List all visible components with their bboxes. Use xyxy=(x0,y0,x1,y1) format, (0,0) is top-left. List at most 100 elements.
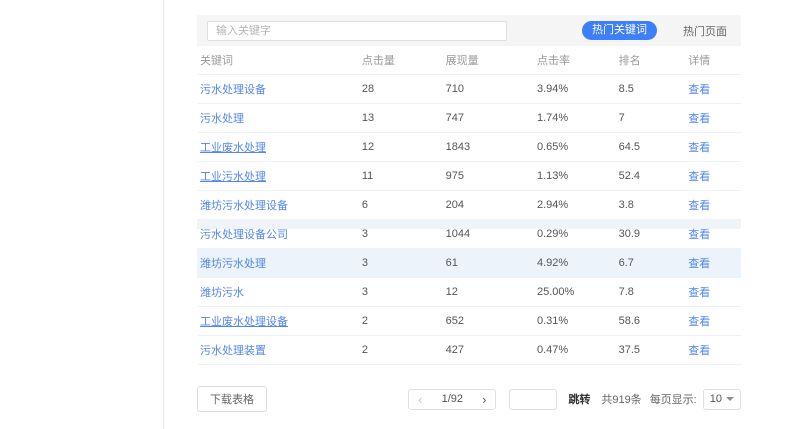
pager: ‹ 1/92 › xyxy=(408,389,496,410)
table-row: 污水处理设备287103.94%8.5查看 xyxy=(197,75,741,104)
per-page-label: 每页显示: xyxy=(650,391,697,407)
impressions-cell: 747 xyxy=(446,112,537,124)
hot-pages-tab[interactable]: 热门页面 xyxy=(683,23,731,39)
clicks-cell: 3 xyxy=(362,286,446,298)
clicks-cell: 3 xyxy=(362,257,446,269)
impressions-cell: 1843 xyxy=(446,141,537,153)
caret-down-icon xyxy=(726,397,734,401)
rank-cell: 58.6 xyxy=(619,315,689,327)
header-rank: 排名 xyxy=(619,52,689,68)
table-row: 工业废水处理设备26520.31%58.6查看 xyxy=(197,307,741,336)
view-link[interactable]: 查看 xyxy=(688,313,741,329)
pagination-area: ‹ 1/92 › 跳转 共919条 每页显示: 10 xyxy=(408,389,741,410)
ctr-cell: 4.92% xyxy=(537,257,619,269)
impressions-cell: 12 xyxy=(446,286,537,298)
ctr-cell: 0.47% xyxy=(537,344,619,356)
ctr-cell: 2.94% xyxy=(537,199,619,211)
header-ctr: 点击率 xyxy=(537,52,619,68)
ctr-cell: 0.31% xyxy=(537,315,619,327)
per-page-select[interactable]: 10 xyxy=(703,389,741,410)
header-clicks: 点击量 xyxy=(362,52,446,68)
chevron-left-icon[interactable]: ‹ xyxy=(409,390,431,409)
view-link[interactable]: 查看 xyxy=(688,139,741,155)
per-page-value: 10 xyxy=(710,393,722,405)
ctr-cell: 1.74% xyxy=(537,112,619,124)
left-divider xyxy=(163,0,164,429)
keyword-link[interactable]: 污水处理装置 xyxy=(197,342,362,358)
keyword-link[interactable]: 工业废水处理设备 xyxy=(197,313,362,329)
page-indicator: 1/92 xyxy=(431,393,473,405)
ctr-cell: 1.13% xyxy=(537,170,619,182)
rank-cell: 30.9 xyxy=(619,228,689,240)
ctr-cell: 25.00% xyxy=(537,286,619,298)
table-header: 关键词 点击量 展现量 点击率 排名 详情 xyxy=(197,46,741,75)
ctr-cell: 0.65% xyxy=(537,141,619,153)
view-link[interactable]: 查看 xyxy=(688,81,741,97)
total-count-label: 共919条 xyxy=(601,391,641,407)
clicks-cell: 13 xyxy=(362,112,446,124)
keyword-link[interactable]: 潍坊污水 xyxy=(197,284,362,300)
chevron-right-icon[interactable]: › xyxy=(473,390,495,409)
header-details: 详情 xyxy=(688,52,741,68)
clicks-cell: 11 xyxy=(362,170,446,182)
rank-cell: 7.8 xyxy=(619,286,689,298)
rank-cell: 64.5 xyxy=(619,141,689,153)
keyword-link[interactable]: 潍坊污水处理 xyxy=(197,255,362,271)
rank-cell: 8.5 xyxy=(619,83,689,95)
rank-cell: 37.5 xyxy=(619,344,689,356)
keyword-link[interactable]: 工业废水处理 xyxy=(197,139,362,155)
table-row: 潍坊污水31225.00%7.8查看 xyxy=(197,278,741,307)
table-row: 潍坊污水处理3614.92%6.7查看 xyxy=(197,249,741,278)
table-row: 工业污水处理119751.13%52.4查看 xyxy=(197,162,741,191)
hot-keywords-button[interactable]: 热门关键词 xyxy=(582,21,657,40)
view-link[interactable]: 查看 xyxy=(688,168,741,184)
view-link[interactable]: 查看 xyxy=(688,342,741,358)
view-link[interactable]: 查看 xyxy=(688,255,741,271)
keyword-search-input[interactable] xyxy=(207,21,507,41)
table-row: 污水处理设备公司310440.29%30.9查看 xyxy=(197,220,741,249)
view-link[interactable]: 查看 xyxy=(688,197,741,213)
table-row: 污水处理装置24270.47%37.5查看 xyxy=(197,336,741,365)
rank-cell: 3.8 xyxy=(619,199,689,211)
header-keyword: 关键词 xyxy=(197,52,362,68)
table-row: 潍坊污水处理设备62042.94%3.8查看 xyxy=(197,191,741,220)
keyword-link[interactable]: 潍坊污水处理设备 xyxy=(197,197,362,213)
clicks-cell: 2 xyxy=(362,315,446,327)
ctr-cell: 0.29% xyxy=(537,228,619,240)
keyword-link[interactable]: 工业污水处理 xyxy=(197,168,362,184)
rank-cell: 7 xyxy=(619,112,689,124)
view-link[interactable]: 查看 xyxy=(688,226,741,242)
clicks-cell: 12 xyxy=(362,141,446,153)
rank-cell: 6.7 xyxy=(619,257,689,269)
table-row: 污水处理137471.74%7查看 xyxy=(197,104,741,133)
table-footer: 下载表格 ‹ 1/92 › 跳转 共919条 每页显示: 10 xyxy=(197,386,741,412)
clicks-cell: 6 xyxy=(362,199,446,211)
main-content: 热门关键词 热门页面 关键词 点击量 展现量 点击率 排名 详情 污水处理设备2… xyxy=(197,15,741,412)
impressions-cell: 652 xyxy=(446,315,537,327)
keyword-link[interactable]: 污水处理设备公司 xyxy=(197,226,362,242)
view-link[interactable]: 查看 xyxy=(688,284,741,300)
search-band: 热门关键词 热门页面 xyxy=(197,15,741,46)
header-impressions: 展现量 xyxy=(446,52,537,68)
clicks-cell: 2 xyxy=(362,344,446,356)
view-link[interactable]: 查看 xyxy=(688,110,741,126)
jump-button[interactable]: 跳转 xyxy=(568,391,590,407)
table-body: 污水处理设备287103.94%8.5查看污水处理137471.74%7查看工业… xyxy=(197,75,741,365)
impressions-cell: 427 xyxy=(446,344,537,356)
ctr-cell: 3.94% xyxy=(537,83,619,95)
download-table-button[interactable]: 下载表格 xyxy=(197,386,267,412)
band-tabs: 热门关键词 热门页面 xyxy=(582,21,731,40)
keyword-link[interactable]: 污水处理 xyxy=(197,110,362,126)
impressions-cell: 204 xyxy=(446,199,537,211)
rank-cell: 52.4 xyxy=(619,170,689,182)
impressions-cell: 1044 xyxy=(446,228,537,240)
keyword-stats-page: 热门关键词 热门页面 关键词 点击量 展现量 点击率 排名 详情 污水处理设备2… xyxy=(0,0,800,429)
keyword-link[interactable]: 污水处理设备 xyxy=(197,81,362,97)
impressions-cell: 710 xyxy=(446,83,537,95)
jump-page-input[interactable] xyxy=(509,389,557,410)
table-row: 工业废水处理1218430.65%64.5查看 xyxy=(197,133,741,162)
clicks-cell: 3 xyxy=(362,228,446,240)
impressions-cell: 975 xyxy=(446,170,537,182)
impressions-cell: 61 xyxy=(446,257,537,269)
clicks-cell: 28 xyxy=(362,83,446,95)
